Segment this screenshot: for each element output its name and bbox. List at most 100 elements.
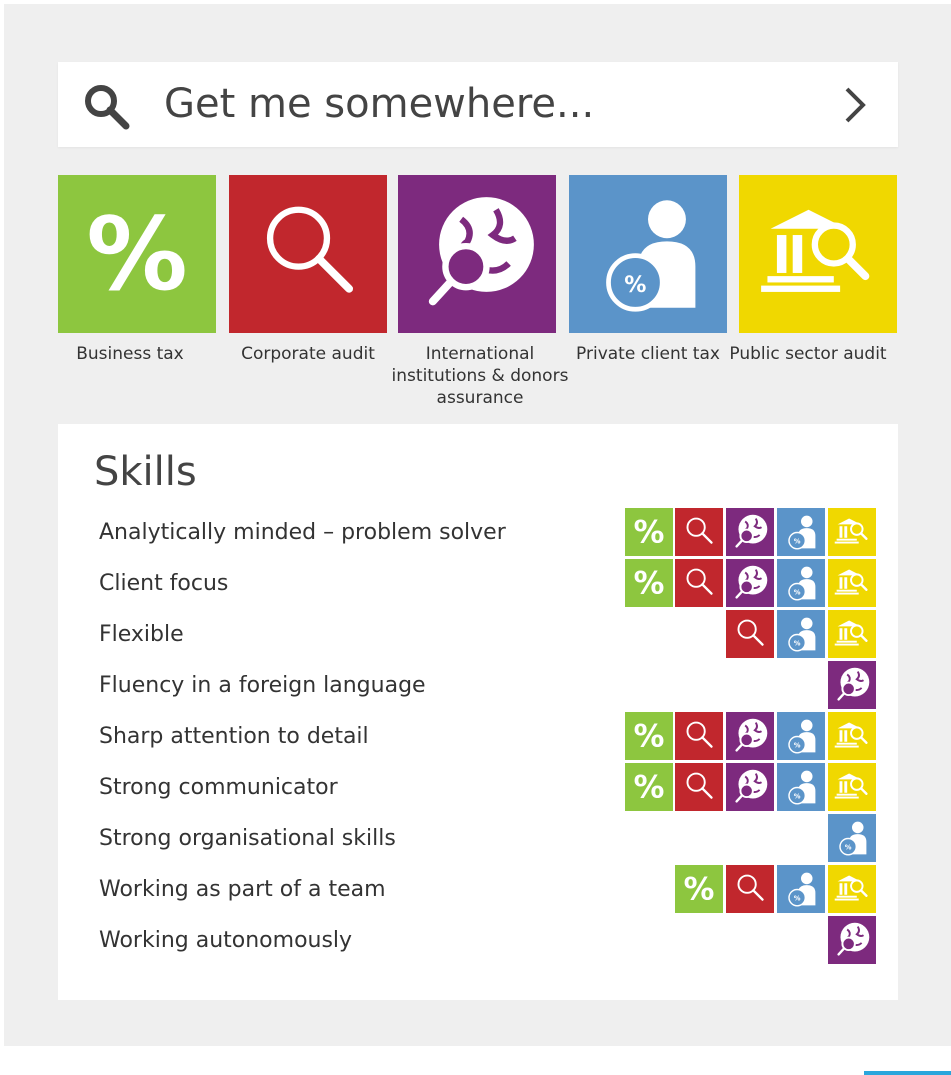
skills-card: Skills Analytically minded – problem sol…	[58, 424, 898, 1000]
skill-name: Sharp attention to detail	[99, 724, 369, 749]
skill-row: Fluency in a foreign language	[58, 661, 898, 709]
svg-text:%: %	[794, 640, 801, 648]
skill-category-private-client[interactable]: %	[828, 814, 876, 862]
building-magnifier-icon	[828, 508, 876, 556]
magnifier-icon	[726, 865, 774, 913]
percent-icon: %	[625, 508, 673, 556]
skill-category-private-client[interactable]: %	[777, 610, 825, 658]
category-label-corporate-audit[interactable]: Corporate audit	[218, 343, 398, 365]
skill-category-private-client[interactable]: %	[777, 712, 825, 760]
skill-category-business-tax[interactable]: %	[625, 712, 673, 760]
skill-category-corporate-audit[interactable]	[675, 763, 723, 811]
person-percent-icon: %	[777, 865, 825, 913]
category-tile-international[interactable]	[398, 175, 556, 333]
skill-row: Flexible %	[58, 610, 898, 658]
skill-category-private-client[interactable]: %	[777, 763, 825, 811]
skill-category-corporate-audit[interactable]	[726, 865, 774, 913]
svg-text:%: %	[634, 719, 665, 755]
search-input[interactable]: Get me somewhere...	[164, 80, 594, 128]
skills-title: Skills	[94, 449, 197, 495]
svg-text:%: %	[794, 742, 801, 750]
skill-name: Strong communicator	[99, 775, 338, 800]
skill-name: Working autonomously	[99, 928, 353, 953]
skill-category-public-sector[interactable]	[828, 559, 876, 607]
corner-accent	[864, 1071, 951, 1075]
skill-category-business-tax[interactable]: %	[625, 559, 673, 607]
svg-text:%: %	[794, 589, 801, 597]
skill-name: Working as part of a team	[99, 877, 386, 902]
skill-category-corporate-audit[interactable]	[675, 559, 723, 607]
globe-magnifier-icon	[828, 916, 876, 964]
building-magnifier-icon	[828, 763, 876, 811]
category-label-public-sector[interactable]: Public sector audit	[728, 343, 888, 365]
skill-category-international[interactable]	[726, 712, 774, 760]
percent-icon: %	[625, 712, 673, 760]
category-tile-corporate-audit[interactable]	[229, 175, 387, 333]
skill-category-public-sector[interactable]	[828, 763, 876, 811]
person-percent-icon: %	[828, 814, 876, 862]
skill-category-business-tax[interactable]: %	[625, 508, 673, 556]
skill-category-international[interactable]	[726, 508, 774, 556]
svg-text:%: %	[624, 272, 646, 298]
svg-text:%: %	[634, 566, 665, 602]
svg-text:%: %	[684, 872, 715, 908]
skill-category-corporate-audit[interactable]	[726, 610, 774, 658]
skill-category-international[interactable]	[726, 763, 774, 811]
skill-category-international[interactable]	[726, 559, 774, 607]
skill-name: Client focus	[99, 571, 229, 596]
chevron-right-icon[interactable]	[841, 85, 871, 129]
skill-name: Analytically minded – problem solver	[99, 520, 506, 545]
magnifier-icon	[675, 508, 723, 556]
svg-text:%: %	[794, 895, 801, 903]
globe-magnifier-icon	[726, 712, 774, 760]
skill-row: Working autonomously	[58, 916, 898, 964]
person-percent-icon: %	[777, 508, 825, 556]
percent-icon: %	[625, 559, 673, 607]
skill-category-business-tax[interactable]: %	[625, 763, 673, 811]
person-percent-icon: %	[777, 712, 825, 760]
skill-category-public-sector[interactable]	[828, 712, 876, 760]
skill-row: Analytically minded – problem solver % %	[58, 508, 898, 556]
category-label-business-tax[interactable]: Business tax	[40, 343, 220, 365]
person-percent-icon: %	[777, 610, 825, 658]
category-label-private-client[interactable]: Private client tax	[558, 343, 738, 365]
magnifier-icon	[675, 763, 723, 811]
skill-row: Strong organisational skills %	[58, 814, 898, 862]
skill-row: Sharp attention to detail % %	[58, 712, 898, 760]
skill-row: Strong communicator % %	[58, 763, 898, 811]
skill-category-business-tax[interactable]: %	[675, 865, 723, 913]
skill-category-private-client[interactable]: %	[777, 508, 825, 556]
svg-text:%: %	[634, 515, 665, 551]
skill-category-public-sector[interactable]	[828, 610, 876, 658]
percent-icon: %	[625, 763, 673, 811]
skill-category-international[interactable]	[828, 661, 876, 709]
skill-row: Client focus % %	[58, 559, 898, 607]
svg-text:%: %	[845, 844, 852, 852]
skill-category-public-sector[interactable]	[828, 865, 876, 913]
magnifier-icon	[675, 559, 723, 607]
skill-name: Fluency in a foreign language	[99, 673, 426, 698]
magnifier-icon	[726, 610, 774, 658]
category-label-international[interactable]: International institutions & donors assu…	[380, 343, 580, 409]
person-percent-icon: %	[777, 763, 825, 811]
search-icon[interactable]	[82, 82, 132, 136]
skill-category-corporate-audit[interactable]	[675, 508, 723, 556]
skill-row: Working as part of a team % %	[58, 865, 898, 913]
skill-category-corporate-audit[interactable]	[675, 712, 723, 760]
category-tile-public-sector[interactable]	[739, 175, 897, 333]
percent-icon: %	[675, 865, 723, 913]
svg-text:%: %	[634, 770, 665, 806]
skill-category-international[interactable]	[828, 916, 876, 964]
skill-category-private-client[interactable]: %	[777, 865, 825, 913]
svg-text:%: %	[86, 195, 187, 313]
magnifier-icon	[675, 712, 723, 760]
category-tile-business-tax[interactable]: %	[58, 175, 216, 333]
skill-category-private-client[interactable]: %	[777, 559, 825, 607]
building-magnifier-icon	[828, 559, 876, 607]
search-bar[interactable]: Get me somewhere...	[58, 62, 898, 147]
building-magnifier-icon	[828, 712, 876, 760]
globe-magnifier-icon	[828, 661, 876, 709]
skill-category-public-sector[interactable]	[828, 508, 876, 556]
category-tile-private-client[interactable]: %	[569, 175, 727, 333]
skill-name: Flexible	[99, 622, 184, 647]
